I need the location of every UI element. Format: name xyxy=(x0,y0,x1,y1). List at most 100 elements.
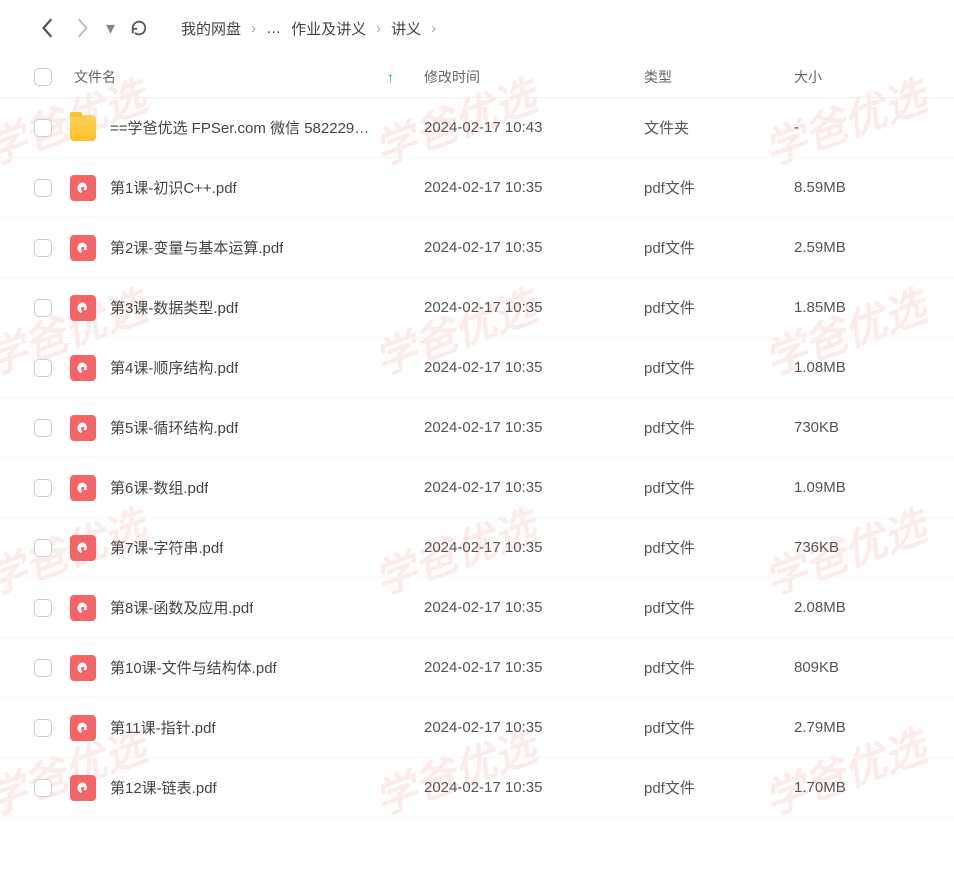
file-name[interactable]: ==学爸优选 FPSer.com 微信 582229… xyxy=(110,117,369,138)
file-type: pdf文件 xyxy=(644,657,794,678)
file-mtime: 2024-02-17 10:35 xyxy=(424,779,644,796)
file-name[interactable]: 第8课-函数及应用.pdf xyxy=(110,597,253,618)
breadcrumb-root[interactable]: 我的网盘 xyxy=(181,18,241,39)
select-all-checkbox[interactable] xyxy=(34,68,52,86)
file-name-cell: ==学爸优选 FPSer.com 微信 582229… xyxy=(70,115,424,141)
row-checkbox[interactable] xyxy=(34,299,52,317)
table-row[interactable]: 第6课-数组.pdf2024-02-17 10:35pdf文件1.09MB xyxy=(0,458,954,518)
forward-button[interactable] xyxy=(72,18,92,38)
file-type: 文件夹 xyxy=(644,117,794,138)
file-size: 809KB xyxy=(794,659,924,676)
row-checkbox[interactable] xyxy=(34,239,52,257)
file-list: ==学爸优选 FPSer.com 微信 582229… 2024-02-17 10… xyxy=(0,98,954,818)
table-row[interactable]: ==学爸优选 FPSer.com 微信 582229… 2024-02-17 10… xyxy=(0,98,954,158)
row-checkbox-cell xyxy=(34,599,70,617)
row-checkbox[interactable] xyxy=(34,359,52,377)
table-row[interactable]: 第7课-字符串.pdf2024-02-17 10:35pdf文件736KB xyxy=(0,518,954,578)
file-name[interactable]: 第10课-文件与结构体.pdf xyxy=(110,657,277,678)
table-row[interactable]: 第1课-初识C++.pdf2024-02-17 10:35pdf文件8.59MB xyxy=(0,158,954,218)
history-dropdown-icon[interactable]: ▾ xyxy=(106,18,115,39)
file-size: 1.70MB xyxy=(794,779,924,796)
refresh-button[interactable] xyxy=(129,18,149,38)
row-checkbox[interactable] xyxy=(34,479,52,497)
file-mtime: 2024-02-17 10:35 xyxy=(424,179,644,196)
file-type: pdf文件 xyxy=(644,297,794,318)
file-name[interactable]: 第11课-指针.pdf xyxy=(110,717,216,738)
file-size: 736KB xyxy=(794,539,924,556)
file-mtime: 2024-02-17 10:35 xyxy=(424,599,644,616)
column-header-mtime[interactable]: 修改时间 xyxy=(424,67,644,87)
row-checkbox-cell xyxy=(34,119,70,137)
file-mtime: 2024-02-17 10:35 xyxy=(424,719,644,736)
table-row[interactable]: 第10课-文件与结构体.pdf 2024-02-17 10:35pdf文件809K… xyxy=(0,638,954,698)
row-checkbox-cell xyxy=(34,179,70,197)
file-name[interactable]: 第12课-链表.pdf xyxy=(110,777,217,798)
file-name[interactable]: 第2课-变量与基本运算.pdf xyxy=(110,237,283,258)
file-name[interactable]: 第3课-数据类型.pdf xyxy=(110,297,238,318)
file-type: pdf文件 xyxy=(644,717,794,738)
file-size: 1.08MB xyxy=(794,359,924,376)
file-type: pdf文件 xyxy=(644,777,794,798)
pdf-icon xyxy=(70,295,96,321)
table-row[interactable]: 第3课-数据类型.pdf2024-02-17 10:35pdf文件1.85MB xyxy=(0,278,954,338)
pdf-icon xyxy=(70,175,96,201)
table-row[interactable]: 第4课-顺序结构.pdf2024-02-17 10:35pdf文件1.08MB xyxy=(0,338,954,398)
breadcrumb-current[interactable]: 讲义 xyxy=(391,18,421,39)
table-row[interactable]: 第11课-指针.pdf 2024-02-17 10:35pdf文件2.79MB xyxy=(0,698,954,758)
table-row[interactable]: 第8课-函数及应用.pdf2024-02-17 10:35pdf文件2.08MB xyxy=(0,578,954,638)
folder-icon xyxy=(70,115,96,141)
file-name-cell: 第3课-数据类型.pdf xyxy=(70,295,424,321)
breadcrumb-mid[interactable]: 作业及讲义 xyxy=(291,18,366,39)
row-checkbox[interactable] xyxy=(34,539,52,557)
row-checkbox[interactable] xyxy=(34,179,52,197)
row-checkbox[interactable] xyxy=(34,659,52,677)
row-checkbox-cell xyxy=(34,299,70,317)
column-header-name-label: 文件名 xyxy=(74,67,116,87)
file-mtime: 2024-02-17 10:35 xyxy=(424,659,644,676)
row-checkbox[interactable] xyxy=(34,779,52,797)
file-size: 2.79MB xyxy=(794,719,924,736)
file-name-cell: 第8课-函数及应用.pdf xyxy=(70,595,424,621)
file-size: 730KB xyxy=(794,419,924,436)
sort-ascending-icon: ↑ xyxy=(387,69,394,85)
file-type: pdf文件 xyxy=(644,357,794,378)
pdf-icon xyxy=(70,535,96,561)
pdf-icon xyxy=(70,235,96,261)
back-button[interactable] xyxy=(38,18,58,38)
breadcrumb-ellipsis[interactable]: … xyxy=(266,20,281,37)
breadcrumb: 我的网盘 › … 作业及讲义 › 讲义 › xyxy=(181,18,436,39)
file-name[interactable]: 第6课-数组.pdf xyxy=(110,477,208,498)
row-checkbox[interactable] xyxy=(34,419,52,437)
chevron-right-icon: › xyxy=(251,20,256,37)
file-name[interactable]: 第4课-顺序结构.pdf xyxy=(110,357,238,378)
file-size: - xyxy=(794,119,924,136)
row-checkbox[interactable] xyxy=(34,719,52,737)
row-checkbox-cell xyxy=(34,419,70,437)
file-size: 8.59MB xyxy=(794,179,924,196)
row-checkbox-cell xyxy=(34,719,70,737)
row-checkbox[interactable] xyxy=(34,119,52,137)
file-name-cell: 第4课-顺序结构.pdf xyxy=(70,355,424,381)
file-name[interactable]: 第7课-字符串.pdf xyxy=(110,537,223,558)
column-header-size[interactable]: 大小 xyxy=(794,67,924,87)
row-checkbox-cell xyxy=(34,479,70,497)
table-row[interactable]: 第5课-循环结构.pdf2024-02-17 10:35pdf文件730KB xyxy=(0,398,954,458)
file-size: 1.09MB xyxy=(794,479,924,496)
file-name[interactable]: 第1课-初识C++.pdf xyxy=(110,177,237,198)
file-name[interactable]: 第5课-循环结构.pdf xyxy=(110,417,238,438)
table-row[interactable]: 第12课-链表.pdf 2024-02-17 10:35pdf文件1.70MB xyxy=(0,758,954,818)
file-type: pdf文件 xyxy=(644,597,794,618)
table-row[interactable]: 第2课-变量与基本运算.pdf2024-02-17 10:35pdf文件2.59… xyxy=(0,218,954,278)
row-checkbox-cell xyxy=(34,659,70,677)
file-name-cell: 第7课-字符串.pdf xyxy=(70,535,424,561)
column-header-type[interactable]: 类型 xyxy=(644,67,794,87)
file-mtime: 2024-02-17 10:43 xyxy=(424,119,644,136)
file-mtime: 2024-02-17 10:35 xyxy=(424,479,644,496)
row-checkbox-cell xyxy=(34,359,70,377)
row-checkbox[interactable] xyxy=(34,599,52,617)
column-header-name[interactable]: 文件名 ↑ xyxy=(70,67,424,87)
file-size: 1.85MB xyxy=(794,299,924,316)
toolbar: ▾ 我的网盘 › … 作业及讲义 › 讲义 › xyxy=(0,0,954,56)
file-name-cell: 第12课-链表.pdf xyxy=(70,775,424,801)
file-name-cell: 第1课-初识C++.pdf xyxy=(70,175,424,201)
